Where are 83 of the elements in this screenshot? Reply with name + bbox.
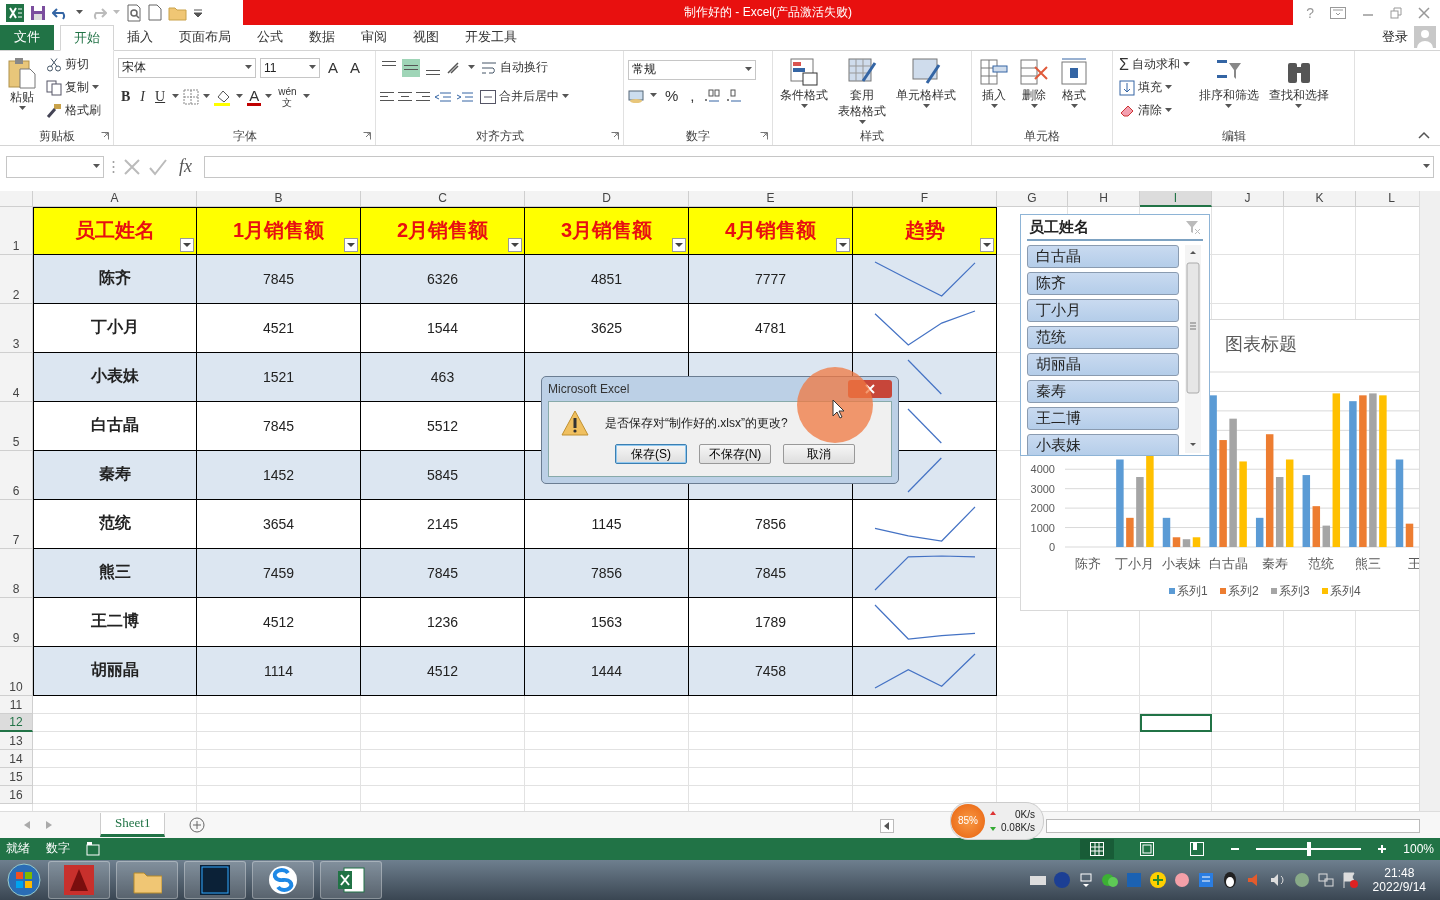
table-cell: 4512 bbox=[197, 597, 361, 647]
dialog-message: 是否保存对“制作好的.xlsx”的更改? bbox=[605, 414, 788, 432]
legend-label: 系列3 bbox=[1279, 583, 1310, 598]
table-cell: 1444 bbox=[525, 646, 689, 696]
header-text: 3月销售额 bbox=[560, 218, 653, 244]
header-text: 趋势 bbox=[904, 218, 945, 244]
table-cell: 7856 bbox=[525, 548, 689, 598]
group-label: 编辑 bbox=[1221, 127, 1246, 145]
axis-label: 2000 bbox=[1030, 501, 1055, 514]
table-cell: 丁小月 bbox=[33, 303, 197, 353]
table-cell: 1145 bbox=[525, 499, 689, 549]
clock-time: 21:48 bbox=[1384, 866, 1415, 881]
table-cell: 5845 bbox=[361, 450, 525, 500]
axis-label: 秦寿 bbox=[1261, 555, 1288, 571]
table-cell: 秦寿 bbox=[33, 450, 197, 500]
table-cell: 3625 bbox=[525, 303, 689, 353]
download-rate: 0.08K/s bbox=[1001, 820, 1035, 834]
axis-label: 4000 bbox=[1030, 462, 1055, 475]
axis-label: 0 bbox=[1048, 540, 1055, 553]
axis-label: 3000 bbox=[1030, 482, 1055, 495]
table-cell: 王二博 bbox=[33, 597, 197, 647]
legend-label: 系列4 bbox=[1330, 583, 1361, 598]
table-cell: 陈齐 bbox=[33, 254, 197, 304]
axis-label: 白古晶 bbox=[1208, 555, 1248, 571]
status-text: 就绪 bbox=[6, 840, 30, 858]
table-cell: 1521 bbox=[197, 352, 361, 402]
chart-title: 图表标题 bbox=[1225, 333, 1297, 354]
header-text: 员工姓名 bbox=[75, 218, 155, 244]
axis-label: 丁小月 bbox=[1115, 555, 1155, 571]
table-cell: 7777 bbox=[689, 254, 853, 304]
group-label: 剪贴板 bbox=[38, 127, 75, 145]
table-cell: 范统 bbox=[33, 499, 197, 549]
table-cell: 1789 bbox=[689, 597, 853, 647]
table-cell: 7458 bbox=[689, 646, 853, 696]
table-cell: 1236 bbox=[361, 597, 525, 647]
table-cell: 2145 bbox=[361, 499, 525, 549]
header-text: 4月销售额 bbox=[724, 218, 817, 244]
table-cell: 7845 bbox=[689, 548, 853, 598]
legend-label: 系列2 bbox=[1228, 583, 1259, 598]
status-text: 数字 bbox=[46, 840, 70, 858]
table-cell: 5512 bbox=[361, 401, 525, 451]
table-cell: 4512 bbox=[361, 646, 525, 696]
group-label: 字体 bbox=[232, 127, 257, 145]
group-label: 单元格 bbox=[1024, 127, 1060, 145]
header-text: 1月销售额 bbox=[232, 218, 325, 244]
font-name-value: 宋体 bbox=[122, 59, 146, 77]
table-cell: 1114 bbox=[197, 646, 361, 696]
axis-label: 熊三 bbox=[1354, 555, 1381, 571]
clock-date: 2022/9/14 bbox=[1372, 880, 1426, 895]
number-format-value: 常规 bbox=[632, 61, 656, 79]
axis-label: 陈齐 bbox=[1075, 555, 1102, 571]
table-cell: 6326 bbox=[361, 254, 525, 304]
axis-label: 小表妹 bbox=[1162, 555, 1201, 571]
table-cell: 1452 bbox=[197, 450, 361, 500]
table-cell: 7845 bbox=[197, 254, 361, 304]
table-cell: 白古晶 bbox=[33, 401, 197, 451]
table-cell: 胡丽晶 bbox=[33, 646, 197, 696]
table-cell: 4781 bbox=[689, 303, 853, 353]
table-cell: 熊三 bbox=[33, 548, 197, 598]
table-cell: 小表妹 bbox=[33, 352, 197, 402]
table-cell: 4851 bbox=[525, 254, 689, 304]
table-cell: 7845 bbox=[361, 548, 525, 598]
group-label: 数字 bbox=[686, 127, 710, 145]
table-cell: 7856 bbox=[689, 499, 853, 549]
table-cell: 1563 bbox=[525, 597, 689, 647]
group-label: 样式 bbox=[860, 127, 884, 145]
font-size-value: 11 bbox=[264, 60, 277, 75]
group-label: 对齐方式 bbox=[475, 127, 524, 145]
slicer-title: 员工姓名 bbox=[1029, 217, 1089, 236]
table-cell: 3654 bbox=[197, 499, 361, 549]
table-cell: 7845 bbox=[197, 401, 361, 451]
cpu-usage-badge: 85% bbox=[951, 803, 985, 838]
legend-label: 系列1 bbox=[1177, 583, 1208, 598]
axis-label: 1000 bbox=[1030, 521, 1055, 534]
table-cell: 7459 bbox=[197, 548, 361, 598]
axis-label: 范统 bbox=[1308, 555, 1335, 571]
table-cell: 4521 bbox=[197, 303, 361, 353]
header-text: 2月销售额 bbox=[396, 218, 489, 244]
upload-rate: 0K/s bbox=[1014, 807, 1035, 821]
table-cell: 463 bbox=[361, 352, 525, 402]
window-title: 制作好的 - Excel(产品激活失败) bbox=[684, 4, 852, 21]
table-cell: 1544 bbox=[361, 303, 525, 353]
dialog-title: Microsoft Excel bbox=[548, 382, 630, 396]
